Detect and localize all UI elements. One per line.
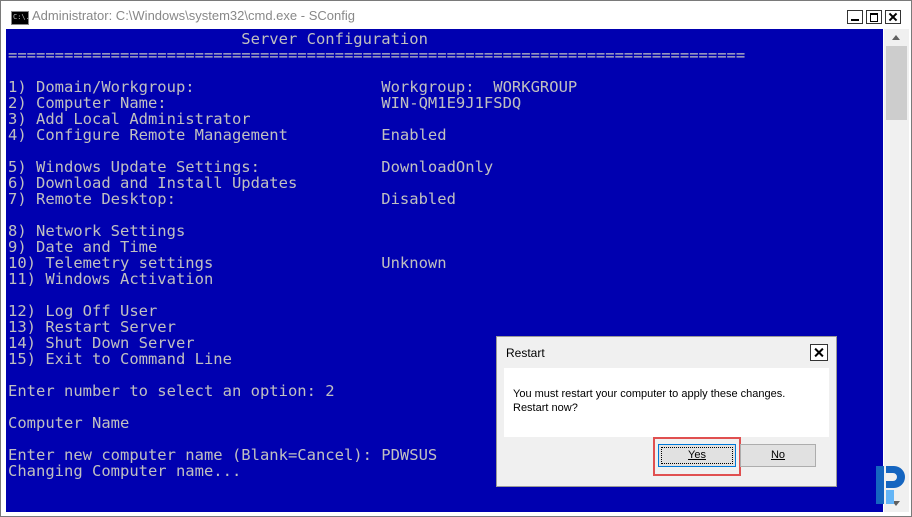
console-line: Server Configuration [8, 30, 428, 48]
console-line: Changing Computer name... [8, 462, 242, 480]
console-line: 3) Add Local Administrator [8, 110, 251, 128]
console-line: 10) Telemetry settings Unknown [8, 254, 447, 272]
console-line: 15) Exit to Command Line [8, 350, 232, 368]
console-line: 12) Log Off User [8, 302, 158, 320]
console-line: Enter number to select an option: 2 [8, 382, 335, 400]
minimize-button[interactable] [847, 10, 863, 24]
scroll-up-arrow-icon[interactable] [884, 29, 909, 46]
scrollbar-thumb[interactable] [886, 46, 907, 120]
title-bar[interactable]: C:\. Administrator: C:\Windows\system32\… [1, 1, 911, 29]
console-line: Computer Name [8, 414, 130, 432]
restart-dialog: Restart You must restart your computer t… [496, 336, 837, 487]
prajwal-logo-icon [876, 466, 905, 504]
console-line: 4) Configure Remote Management Enabled [8, 126, 447, 144]
window-title: Administrator: C:\Windows\system32\cmd.e… [32, 8, 355, 23]
console-line: 11) Windows Activation [8, 270, 214, 288]
console-line: 1) Domain/Workgroup: Workgroup: WORKGROU… [8, 78, 578, 96]
no-button[interactable]: No [740, 444, 816, 467]
console-line: 9) Date and Time [8, 238, 158, 256]
dialog-message: You must restart your computer to apply … [513, 388, 786, 400]
no-button-label: No [770, 449, 786, 461]
dialog-title: Restart [506, 346, 545, 360]
focus-rectangle [661, 447, 733, 464]
cmd-app-icon[interactable]: C:\. [11, 11, 30, 25]
console-line: 6) Download and Install Updates [8, 174, 298, 192]
console-line: 5) Windows Update Settings: DownloadOnly [8, 158, 494, 176]
console-line: 8) Network Settings [8, 222, 186, 240]
console-line: ========================================… [8, 46, 746, 64]
close-window-button[interactable] [885, 10, 901, 24]
maximize-button[interactable] [866, 10, 882, 24]
console-line: 13) Restart Server [8, 318, 176, 336]
console-line: Enter new computer name (Blank=Cancel): … [8, 446, 438, 464]
console-line: 14) Shut Down Server [8, 334, 195, 352]
vertical-scrollbar[interactable] [884, 29, 909, 512]
console-line: 7) Remote Desktop: Disabled [8, 190, 456, 208]
yes-button[interactable]: Yes [658, 444, 736, 467]
dialog-question: Restart now? [513, 402, 578, 414]
cmd-icon-label: C:\. [13, 13, 30, 21]
dialog-body: You must restart your computer to apply … [504, 368, 829, 437]
dialog-close-button[interactable] [810, 344, 828, 361]
console-line: 2) Computer Name: WIN-QM1E9J1FSDQ [8, 94, 522, 112]
